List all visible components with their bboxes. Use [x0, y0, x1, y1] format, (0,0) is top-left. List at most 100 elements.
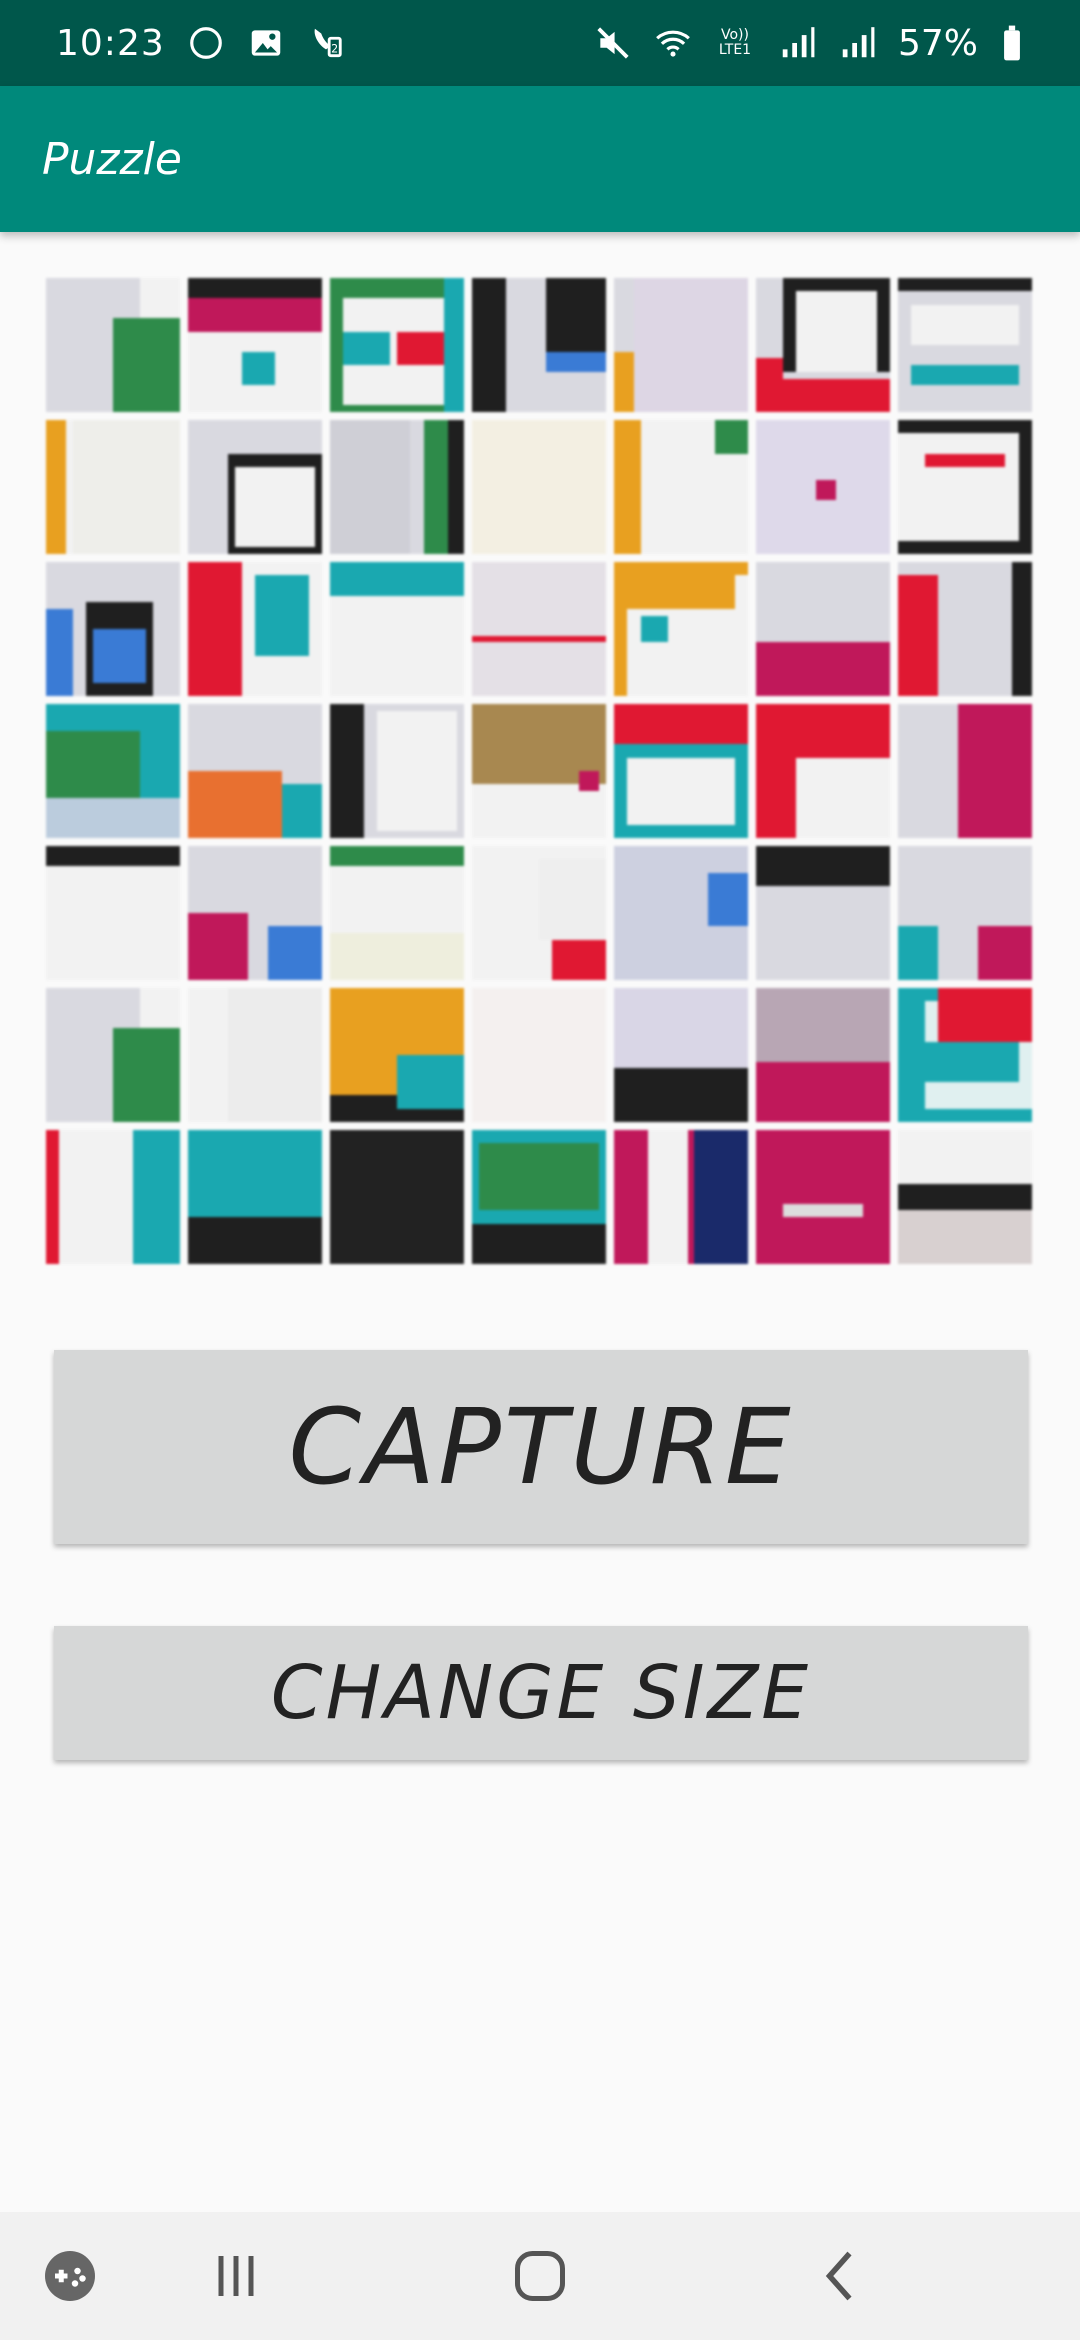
tile-fragment — [796, 291, 877, 372]
tile-fragment — [188, 298, 322, 332]
battery-percent: 57% — [897, 22, 978, 64]
tile-fragment — [634, 278, 748, 412]
puzzle-tile[interactable] — [46, 704, 180, 838]
puzzle-tile[interactable] — [472, 988, 606, 1122]
puzzle-tile[interactable] — [614, 704, 748, 838]
tile-fragment — [139, 278, 180, 319]
tile-fragment — [898, 926, 939, 980]
tile-fragment — [46, 608, 73, 696]
tile-fragment — [46, 730, 140, 798]
puzzle-tile[interactable] — [756, 846, 890, 980]
puzzle-tile[interactable] — [756, 1130, 890, 1264]
change-size-button[interactable]: CHANGE SIZE — [54, 1626, 1028, 1760]
puzzle-tile[interactable] — [898, 846, 1032, 980]
tile-fragment — [188, 913, 249, 980]
puzzle-tile[interactable] — [472, 562, 606, 696]
puzzle-tile[interactable] — [46, 562, 180, 696]
puzzle-tile[interactable] — [898, 420, 1032, 554]
puzzle-tile[interactable] — [330, 420, 464, 554]
puzzle-tile[interactable] — [188, 1130, 322, 1264]
puzzle-tile[interactable] — [472, 704, 606, 838]
puzzle-tile[interactable] — [188, 420, 322, 554]
navigation-bar — [0, 2212, 1080, 2340]
puzzle-tile[interactable] — [756, 420, 890, 554]
puzzle-tile[interactable] — [188, 278, 322, 412]
puzzle-tile[interactable] — [472, 846, 606, 980]
tile-fragment — [472, 1223, 606, 1264]
tile-fragment — [268, 926, 322, 980]
puzzle-tile[interactable] — [330, 278, 464, 412]
puzzle-tile[interactable] — [46, 420, 180, 554]
tile-fragment — [756, 1130, 890, 1264]
tile-fragment — [614, 704, 748, 745]
game-launcher-icon[interactable] — [40, 2246, 100, 2306]
signal-icon — [838, 24, 876, 62]
puzzle-tile[interactable] — [472, 420, 606, 554]
puzzle-tile[interactable] — [614, 846, 748, 980]
tile-fragment — [113, 318, 180, 412]
capture-button[interactable]: CAPTURE — [54, 1350, 1028, 1544]
puzzle-tile[interactable] — [330, 988, 464, 1122]
battery-icon — [1000, 24, 1024, 62]
puzzle-tile[interactable] — [46, 988, 180, 1122]
puzzle-tile[interactable] — [46, 846, 180, 980]
puzzle-tile[interactable] — [898, 1130, 1032, 1264]
puzzle-tile[interactable] — [898, 562, 1032, 696]
tile-fragment — [614, 351, 635, 412]
tile-fragment — [472, 278, 506, 412]
puzzle-tile[interactable] — [614, 562, 748, 696]
puzzle-tile[interactable] — [614, 278, 748, 412]
tile-fragment — [376, 710, 458, 832]
tile-fragment — [423, 420, 451, 554]
tile-fragment — [756, 378, 890, 412]
tile-fragment — [188, 771, 282, 838]
tile-fragment — [46, 704, 180, 731]
tile-fragment — [640, 615, 668, 643]
puzzle-tile[interactable] — [472, 278, 606, 412]
tile-fragment — [539, 859, 606, 940]
tile-fragment — [472, 635, 606, 643]
tile-fragment — [72, 420, 180, 554]
puzzle-tile[interactable] — [330, 562, 464, 696]
puzzle-tile[interactable] — [756, 278, 890, 412]
tile-fragment — [756, 797, 797, 838]
home-icon[interactable] — [510, 2246, 570, 2306]
tile-fragment — [255, 575, 309, 656]
puzzle-tile[interactable] — [898, 988, 1032, 1122]
tile-fragment — [978, 926, 1032, 980]
puzzle-tile[interactable] — [898, 704, 1032, 838]
tile-fragment — [46, 797, 180, 838]
tile-fragment — [228, 988, 322, 1122]
puzzle-tile[interactable] — [188, 562, 322, 696]
moon-icon — [187, 24, 225, 62]
image-icon — [247, 24, 285, 62]
tile-fragment — [330, 562, 464, 596]
puzzle-tile[interactable] — [756, 704, 890, 838]
puzzle-tile[interactable] — [188, 846, 322, 980]
puzzle-tile[interactable] — [472, 1130, 606, 1264]
puzzle-tile[interactable] — [614, 988, 748, 1122]
puzzle-tile[interactable] — [330, 704, 464, 838]
app-bar: Puzzle — [0, 86, 1080, 232]
back-icon[interactable] — [812, 2246, 872, 2306]
puzzle-tile[interactable] — [330, 846, 464, 980]
puzzle-tile[interactable] — [188, 704, 322, 838]
puzzle-tile[interactable] — [898, 278, 1032, 412]
puzzle-tile[interactable] — [46, 1130, 180, 1264]
puzzle-tile[interactable] — [330, 1130, 464, 1264]
status-bar: 10:23 2 Vo)) LTE1 57% — [0, 0, 1080, 86]
puzzle-tile[interactable] — [188, 988, 322, 1122]
tile-fragment — [756, 642, 890, 696]
puzzle-tile[interactable] — [614, 1130, 748, 1264]
tile-fragment — [898, 1130, 1032, 1184]
puzzle-tile[interactable] — [614, 420, 748, 554]
tile-fragment — [330, 1130, 464, 1264]
tile-fragment — [911, 304, 1019, 345]
puzzle-tile[interactable] — [46, 278, 180, 412]
wifi-icon — [654, 24, 692, 62]
recent-apps-icon[interactable] — [206, 2246, 266, 2306]
tile-fragment — [816, 480, 837, 501]
puzzle-tile[interactable] — [756, 988, 890, 1122]
tile-fragment — [938, 988, 1032, 1042]
puzzle-tile[interactable] — [756, 562, 890, 696]
